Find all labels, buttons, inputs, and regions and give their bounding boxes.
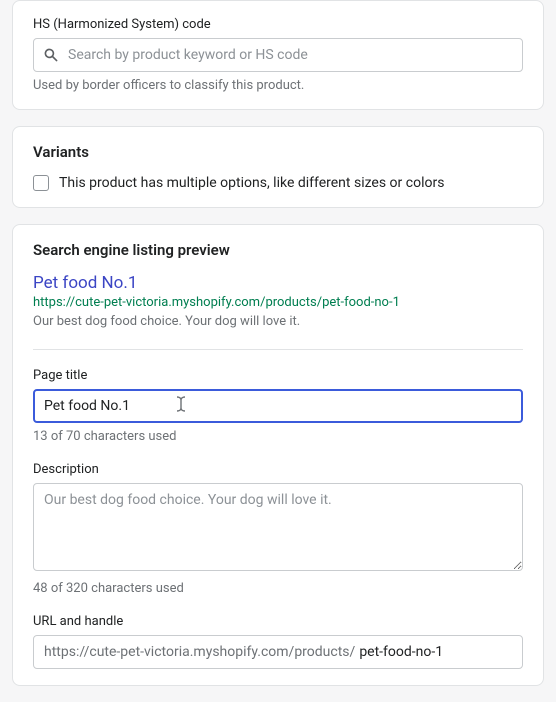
url-handle-field: URL and handle https://cute-pet-victoria… [33,614,523,669]
description-field: Description 48 of 320 characters used [33,462,523,596]
page-title-counter: 13 of 70 characters used [33,429,523,444]
url-handle-input-wrap[interactable]: https://cute-pet-victoria.myshopify.com/… [33,635,523,669]
seo-preview-block: Search engine listing preview Pet food N… [33,241,523,329]
page-title-input-wrap [33,389,523,423]
description-label: Description [33,462,523,477]
hs-code-input-wrap [33,38,523,72]
url-prefix: https://cute-pet-victoria.myshopify.com/… [34,636,355,668]
hs-code-section: HS (Harmonized System) code Used by bord… [12,0,544,110]
variants-checkbox-label: This product has multiple options, like … [59,175,444,191]
url-handle-input[interactable] [355,636,523,668]
seo-preview-description: Our best dog food choice. Your dog will … [33,314,523,329]
description-textarea[interactable] [33,483,523,571]
seo-preview-url: https://cute-pet-victoria.myshopify.com/… [33,295,523,310]
hs-code-input[interactable] [33,38,523,72]
search-icon [43,47,59,63]
seo-heading: Search engine listing preview [33,241,523,259]
variants-section: Variants This product has multiple optio… [12,126,544,208]
variants-checkbox-row[interactable]: This product has multiple options, like … [33,175,523,191]
seo-form-fields: Page title 13 of 70 characters used Desc… [33,349,523,669]
hs-code-label: HS (Harmonized System) code [33,17,523,32]
page-title-field: Page title 13 of 70 characters used [33,368,523,444]
url-handle-label: URL and handle [33,614,523,629]
seo-section: Search engine listing preview Pet food N… [12,224,544,686]
page-title-input[interactable] [33,389,523,423]
variants-heading: Variants [33,143,523,161]
variants-checkbox[interactable] [33,175,49,191]
seo-preview-title: Pet food No.1 [33,273,523,293]
hs-code-help: Used by border officers to classify this… [33,78,523,93]
description-counter: 48 of 320 characters used [33,581,523,596]
page-title-label: Page title [33,368,523,383]
